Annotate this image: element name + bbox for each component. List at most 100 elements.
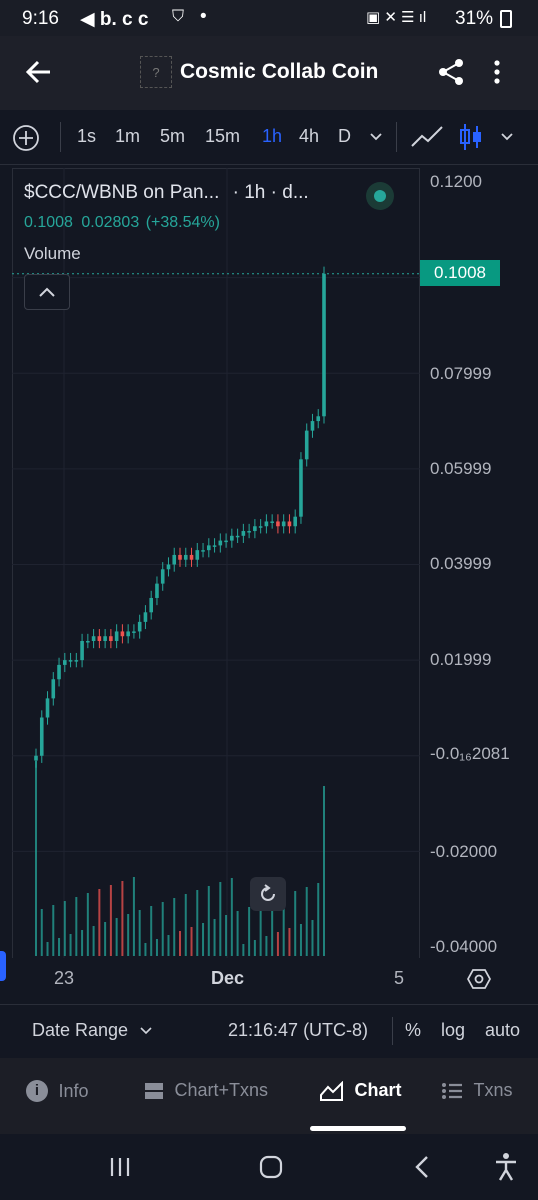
candle-body — [155, 583, 159, 598]
candle-body — [224, 540, 228, 543]
list-icon — [441, 1082, 463, 1100]
chevron-down-icon[interactable] — [500, 132, 514, 142]
candle-body — [235, 535, 240, 538]
volume-bar — [305, 887, 308, 956]
volume-bar — [138, 910, 141, 956]
candle-body — [195, 550, 200, 560]
nav-info[interactable]: i Info — [26, 1080, 88, 1102]
add-indicator-icon[interactable] — [12, 124, 40, 152]
candle-body — [258, 526, 263, 528]
info-icon: i — [26, 1080, 48, 1102]
volume-bar — [248, 907, 251, 956]
chevron-down-icon[interactable] — [140, 1026, 152, 1036]
status-notification-icons: ◀ b. c c — [80, 9, 149, 30]
timeframe-15m[interactable]: 15m — [205, 126, 240, 147]
volume-bar — [196, 890, 199, 956]
candle-body — [183, 554, 188, 560]
volume-bar — [35, 761, 37, 956]
volume-bar — [132, 877, 135, 956]
log-toggle[interactable]: log — [441, 1020, 465, 1041]
volume-bar — [69, 934, 72, 956]
timeframe-1m[interactable]: 1m — [115, 126, 140, 147]
chevron-down-icon[interactable] — [369, 132, 383, 142]
volume-bar — [323, 786, 325, 956]
date-range-button[interactable]: Date Range — [32, 1020, 128, 1041]
timeframe-1s[interactable]: 1s — [77, 126, 96, 147]
candle-body — [97, 636, 102, 641]
volume-label: Volume — [24, 244, 81, 263]
nav-txns[interactable]: Txns — [441, 1080, 512, 1101]
volume-bar — [236, 911, 239, 956]
price-label: -0.0₁₆2081 — [430, 744, 510, 763]
volume-bar — [46, 942, 49, 956]
accessibility-icon[interactable] — [494, 1152, 518, 1182]
price-chart[interactable] — [12, 168, 420, 958]
candle-body — [149, 597, 153, 613]
chart-toolbar: 1s 1m 5m 15m 1h 4h D — [0, 110, 538, 165]
candles-icon[interactable] — [458, 122, 484, 152]
candle-body — [230, 535, 234, 541]
timeframe-5m[interactable]: 5m — [160, 126, 185, 147]
recent-apps-icon[interactable] — [108, 1156, 132, 1178]
volume-bar — [225, 915, 228, 956]
candle-body — [264, 521, 269, 527]
timeframe-1h[interactable]: 1h — [262, 126, 282, 147]
volume-bar — [219, 882, 222, 956]
price-label: 0.01999 — [430, 650, 492, 669]
legend-values: 0.1008 0.02803 (+38.54%) — [24, 214, 220, 232]
back-icon[interactable] — [412, 1154, 432, 1180]
candle-body — [276, 521, 280, 527]
volume-bar — [207, 886, 210, 956]
auto-toggle[interactable]: auto — [485, 1020, 520, 1041]
volume-bar — [92, 926, 95, 956]
legend-title: $CCC/WBNB on Pan... · 1h · d... — [24, 182, 309, 204]
volume-bar — [311, 920, 314, 956]
volume-bar — [299, 924, 302, 956]
clock-readout[interactable]: 21:16:47 (UTC-8) — [228, 1020, 368, 1041]
battery-icon — [500, 10, 512, 28]
volume-bar — [213, 919, 216, 956]
volume-bar — [230, 878, 233, 956]
dot-icon: • — [200, 6, 207, 27]
collapse-legend-button[interactable] — [24, 274, 70, 310]
volume-bar — [52, 905, 55, 956]
nav-chart-txns[interactable]: Chart+Txns — [144, 1080, 268, 1101]
chart-bottom-bar: Date Range 21:16:47 (UTC-8) % log auto — [0, 1004, 538, 1057]
candle-body — [166, 564, 171, 570]
candle-body — [212, 545, 217, 547]
volume-bar — [294, 891, 297, 956]
divider — [392, 1017, 393, 1045]
percent-toggle[interactable]: % — [405, 1020, 421, 1041]
back-arrow-icon[interactable] — [24, 58, 54, 86]
candle-body — [103, 636, 107, 641]
side-drawer-handle[interactable] — [0, 951, 6, 981]
shield-icon: ⛉ — [172, 8, 185, 25]
candle-body — [114, 631, 119, 641]
timeframe-4h[interactable]: 4h — [299, 126, 319, 147]
timeframe-d[interactable]: D — [338, 126, 351, 147]
area-chart-icon — [320, 1080, 344, 1101]
volume-bar — [40, 909, 43, 956]
candle-body — [91, 636, 96, 641]
volume-bar — [161, 902, 164, 956]
candle-body — [143, 612, 148, 622]
line-chart-icon[interactable] — [410, 124, 444, 150]
last-price-badge: 0.1008 — [420, 260, 500, 286]
candle-body — [189, 554, 194, 560]
candle-body — [126, 631, 130, 637]
legend-close: 0.1008 — [24, 214, 73, 231]
volume-bar — [167, 935, 170, 956]
candle-body — [322, 273, 326, 417]
app-bar: ? Cosmic Collab Coin — [0, 36, 538, 110]
volume-bar — [127, 914, 130, 956]
candle-body — [316, 416, 321, 422]
settings-hex-icon[interactable] — [467, 967, 491, 991]
volume-bar — [184, 894, 187, 956]
share-icon[interactable] — [436, 57, 466, 87]
home-icon[interactable] — [258, 1154, 284, 1180]
reset-chart-button[interactable] — [250, 877, 286, 911]
status-time: 9:16 — [22, 8, 59, 29]
bottom-navigation: i Info Chart+Txns Chart Txns — [0, 1058, 538, 1134]
more-vertical-icon[interactable] — [490, 58, 504, 88]
nav-chart[interactable]: Chart — [320, 1080, 401, 1101]
